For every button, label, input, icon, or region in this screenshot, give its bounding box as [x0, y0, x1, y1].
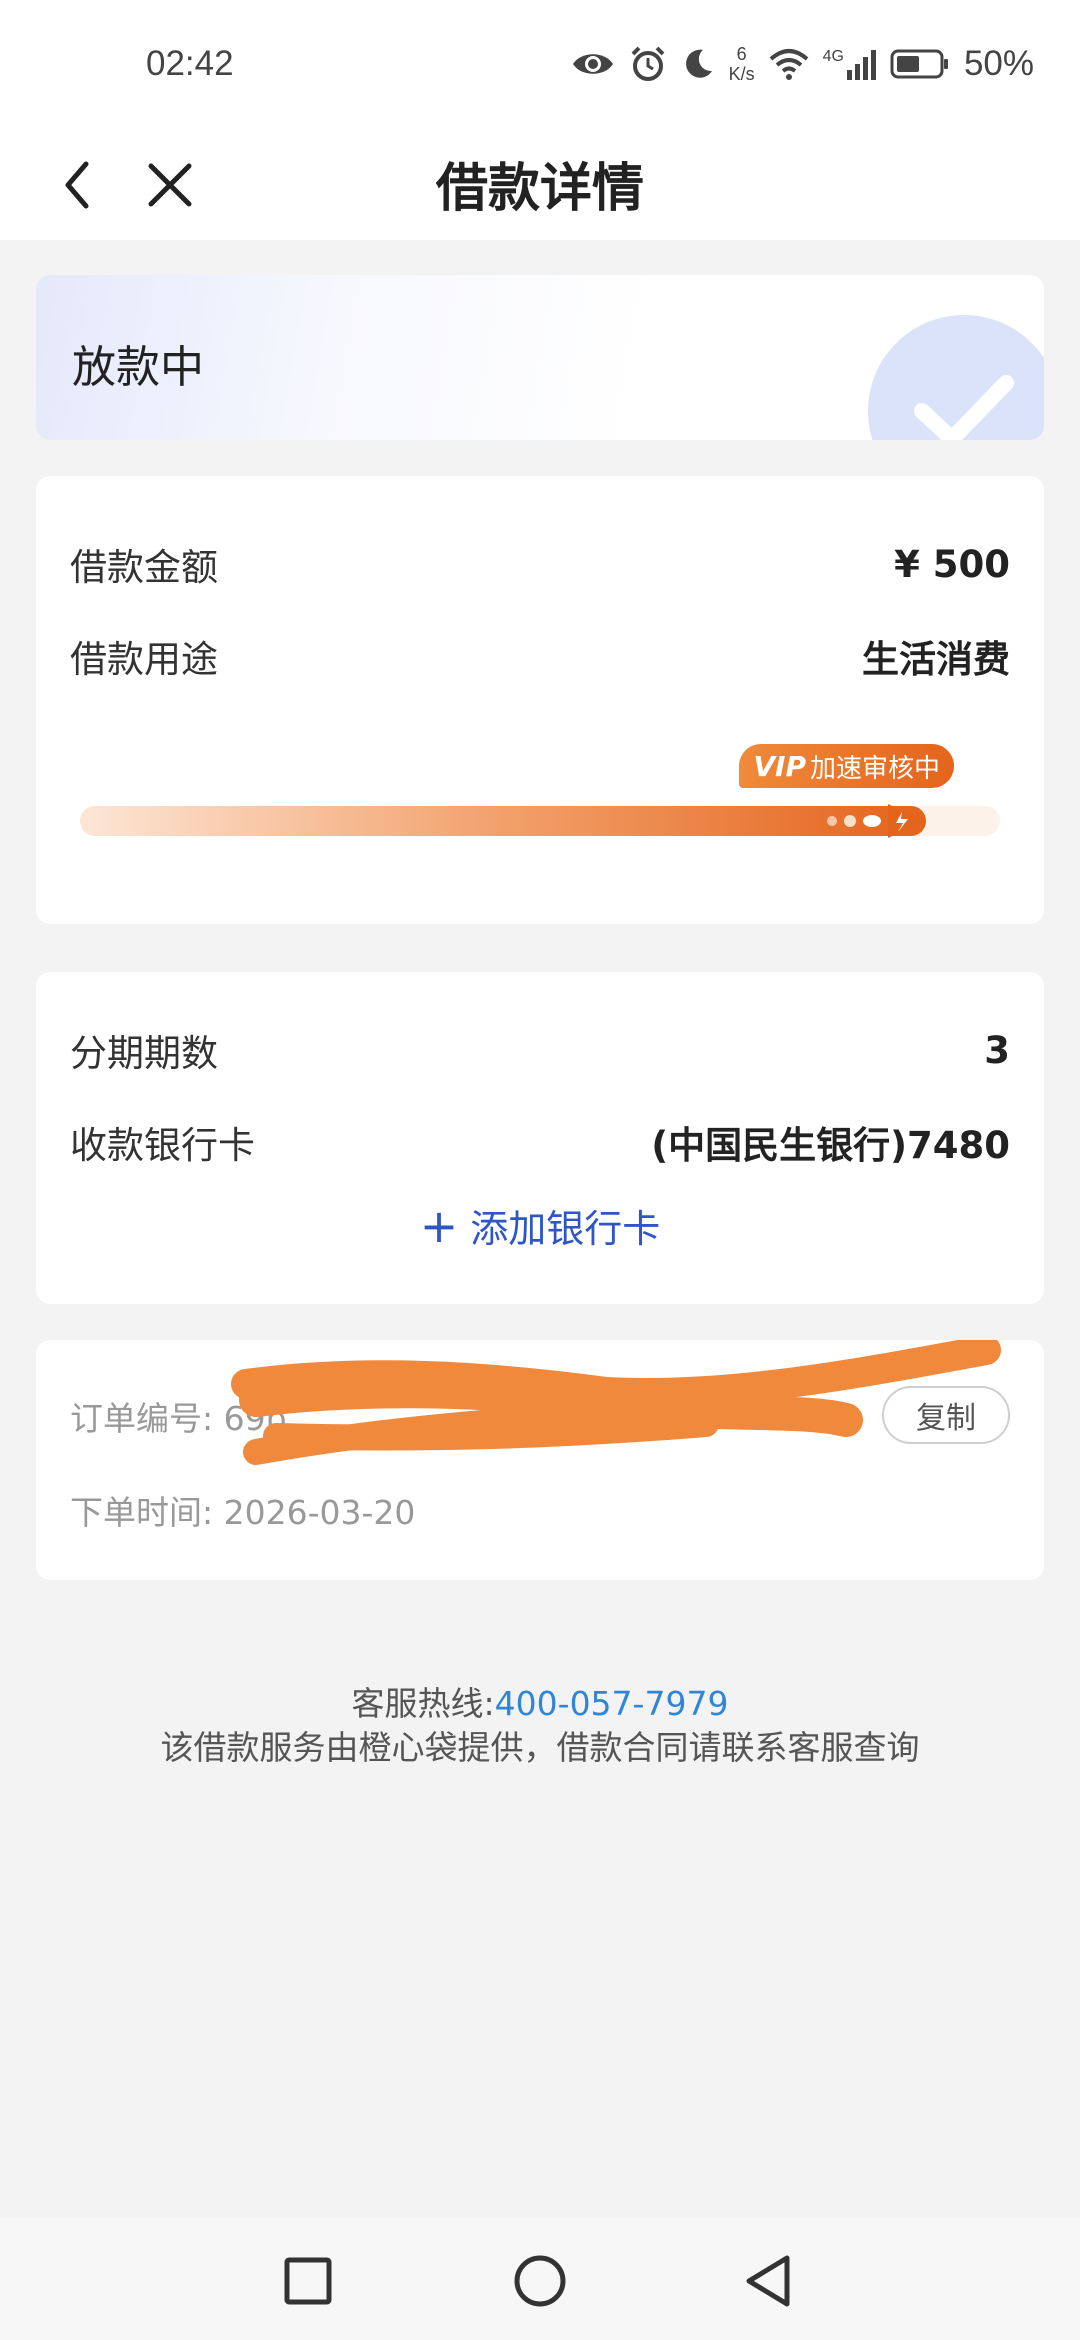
- loan-amount-label: 借款金额: [70, 546, 218, 589]
- home-icon[interactable]: [505, 2246, 575, 2316]
- battery-icon: [890, 49, 948, 79]
- order-number-label: 订单编号:: [70, 1399, 214, 1438]
- hotline-phone-link[interactable]: 400-057-7979: [495, 1684, 729, 1723]
- loan-purpose-row: 借款用途 生活消费: [70, 626, 1010, 686]
- bank-card-label: 收款银行卡: [70, 1124, 255, 1167]
- review-progress: VIP 加速审核中: [80, 744, 1000, 844]
- page-title: 借款详情: [435, 159, 644, 219]
- plus-icon: +: [419, 1199, 459, 1253]
- order-info-card: 订单编号: 69b 复制 下单时间: 2026-03-20: [36, 1340, 1044, 1580]
- order-time-value: 2026-03-20: [223, 1493, 416, 1532]
- installments-value: 3: [984, 1028, 1010, 1072]
- loan-amount-value: ¥ 500: [894, 542, 1010, 586]
- loan-amount-row: 借款金额 ¥ 500: [70, 534, 1010, 594]
- progress-bar: [80, 804, 1000, 838]
- bank-card-row[interactable]: 收款银行卡 (中国民生银行)7480: [70, 1112, 1010, 1172]
- wifi-icon: [769, 49, 808, 80]
- add-bank-card-label: 添加银行卡: [470, 1207, 661, 1251]
- signal-icon: 4G: [823, 48, 876, 80]
- loan-info-card: 借款金额 ¥ 500 借款用途 生活消费 VIP 加速审核中: [36, 476, 1044, 924]
- status-bar: 02:42 6 K/s 4G 50%: [0, 0, 1080, 130]
- add-bank-card-button[interactable]: + 添加银行卡: [36, 1198, 1044, 1253]
- installments-row: 分期期数 3: [70, 1020, 1010, 1080]
- installments-label: 分期期数: [70, 1032, 218, 1075]
- battery-percent: 50%: [963, 44, 1034, 83]
- net-speed-unit: K/s: [728, 64, 755, 84]
- hotline-label: 客服热线:: [351, 1684, 495, 1723]
- loan-status-text: 放款中: [72, 342, 204, 393]
- redaction-scribble: [231, 1340, 1001, 1465]
- loan-status-card: 放款中: [36, 275, 1044, 440]
- net-speed: 6 K/s: [729, 44, 755, 84]
- status-time: 02:42: [146, 44, 234, 83]
- status-icons: 6 K/s 4G 50%: [571, 40, 1034, 88]
- net-speed-value: 6: [736, 44, 747, 64]
- check-icon: [868, 315, 1044, 440]
- order-time-label: 下单时间:: [70, 1493, 214, 1532]
- service-provider-note: 该借款服务由橙心袋提供，借款合同请联系客服查询: [160, 1728, 920, 1767]
- system-nav-bar: [0, 2218, 1080, 2340]
- repayment-plan-card: 分期期数 3 收款银行卡 (中国民生银行)7480 + 添加银行卡: [36, 972, 1044, 1304]
- order-time: 下单时间: 2026-03-20: [70, 1486, 415, 1534]
- loan-purpose-label: 借款用途: [70, 638, 218, 681]
- back-triangle-icon[interactable]: [735, 2246, 805, 2316]
- customer-service-hotline: 客服热线:400-057-7979: [0, 1677, 1080, 1725]
- nav-bar: 借款详情: [0, 130, 1080, 240]
- eye-icon: [572, 54, 613, 74]
- moon-icon: [685, 49, 712, 78]
- recent-apps-icon[interactable]: [273, 2246, 343, 2316]
- progress-fill: [80, 806, 926, 836]
- signal-type: 4G: [822, 48, 844, 65]
- bank-card-value: (中国民生银行)7480: [651, 1124, 1010, 1167]
- alarm-icon: [631, 46, 664, 81]
- loan-purpose-value: 生活消费: [862, 638, 1010, 681]
